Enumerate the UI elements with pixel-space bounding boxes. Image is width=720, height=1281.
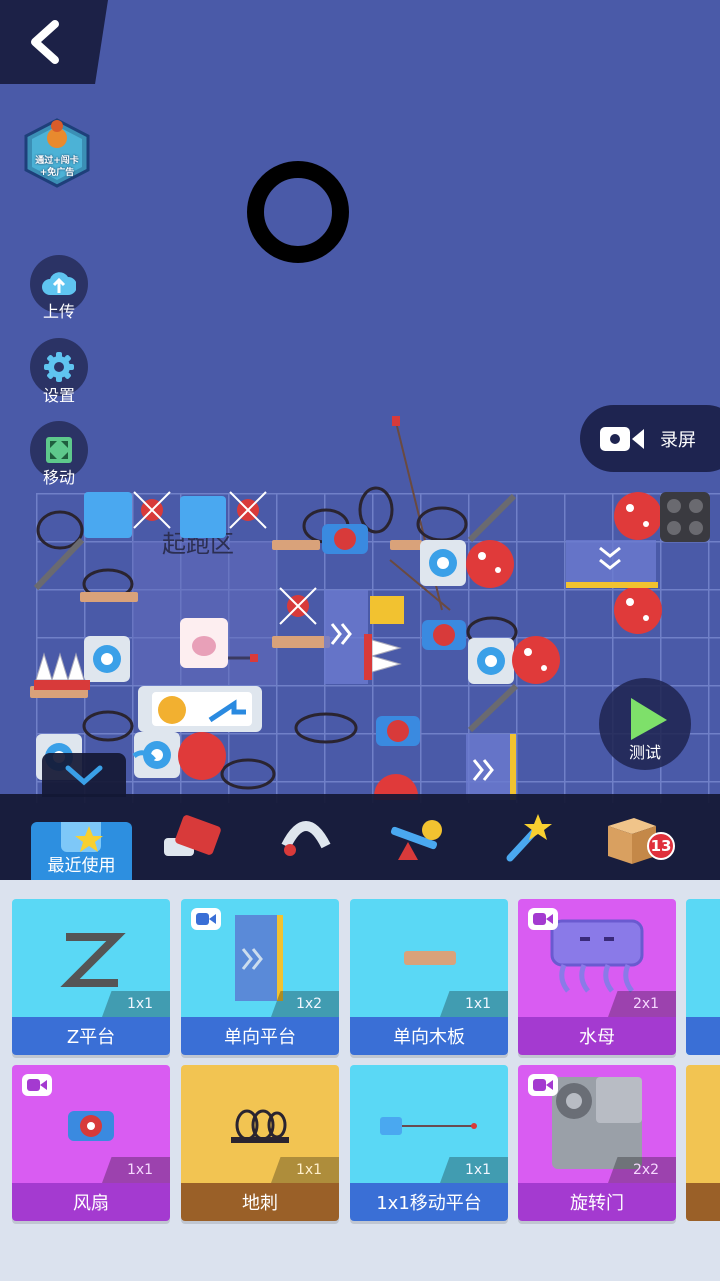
video-ad-icon — [22, 1074, 52, 1096]
size-tag: 1x2 — [271, 991, 339, 1017]
palette-card-jellyfish[interactable]: 2x1 水母 — [518, 899, 676, 1055]
collapse-toolbar-button[interactable] — [42, 753, 126, 797]
card-label: 旋转门 — [518, 1183, 676, 1221]
card-label: Z平台 — [12, 1017, 170, 1055]
box-count-badge: 13 — [647, 832, 675, 860]
card-label: 地刺 — [181, 1183, 339, 1221]
card-label: 单向木板 — [350, 1017, 508, 1055]
video-ad-icon — [528, 908, 558, 930]
size-tag: 2x2 — [608, 1157, 676, 1183]
palette-card-one-way-plank[interactable]: 1x1 单向木板 — [350, 899, 508, 1055]
magic-wand-tab-icon[interactable] — [498, 808, 558, 868]
seesaw-tab-icon[interactable] — [386, 808, 446, 868]
chevron-left-icon — [31, 20, 59, 64]
palette-card-ground-spikes[interactable]: 1x1 地刺 — [181, 1065, 339, 1221]
video-ad-icon — [191, 908, 221, 930]
size-tag: 1x1 — [440, 991, 508, 1017]
card-label: 水母 — [518, 1017, 676, 1055]
card-label: 1x1移动平台 — [350, 1183, 508, 1221]
size-tag: 1x1 — [102, 1157, 170, 1183]
gear-icon — [44, 352, 74, 382]
trap-tab-icon[interactable] — [276, 806, 336, 866]
chevron-down-icon — [65, 765, 103, 786]
blocks-tab-icon[interactable] — [160, 810, 226, 866]
card-label: 单向平台 — [181, 1017, 339, 1055]
palette-card-partial[interactable] — [686, 1065, 720, 1221]
palette-card-fan[interactable]: 1x1 风扇 — [12, 1065, 170, 1221]
palette-card-one-way-platform[interactable]: 1x2 单向平台 — [181, 899, 339, 1055]
palette-card-revolving-door[interactable]: 2x2 旋转门 — [518, 1065, 676, 1221]
test-label: 测试 — [628, 743, 661, 762]
size-tag: 1x1 — [440, 1157, 508, 1183]
palette-card-moving-platform[interactable]: 1x1 1x1移动平台 — [350, 1065, 508, 1221]
upload-label: 上传 — [42, 302, 75, 321]
card-label: 风扇 — [12, 1183, 170, 1221]
cloud-upload-icon — [42, 272, 76, 295]
palette-card-partial[interactable] — [686, 899, 720, 1055]
size-tag: 1x1 — [271, 1157, 339, 1183]
vip-badge[interactable]: 通过+闯卡 +免广告 — [20, 112, 94, 192]
tab-recent-label: 最近使用 — [47, 856, 116, 876]
size-tag: 2x1 — [608, 991, 676, 1017]
back-button[interactable] — [0, 0, 108, 84]
vip-badge-icon — [24, 118, 90, 188]
size-tag: 1x1 — [102, 991, 170, 1017]
ring-object[interactable] — [247, 161, 349, 263]
badge-line2: +免广告 — [39, 168, 75, 178]
palette-card-z-platform[interactable]: 1x1 Z平台 — [12, 899, 170, 1055]
video-ad-icon — [528, 1074, 558, 1096]
